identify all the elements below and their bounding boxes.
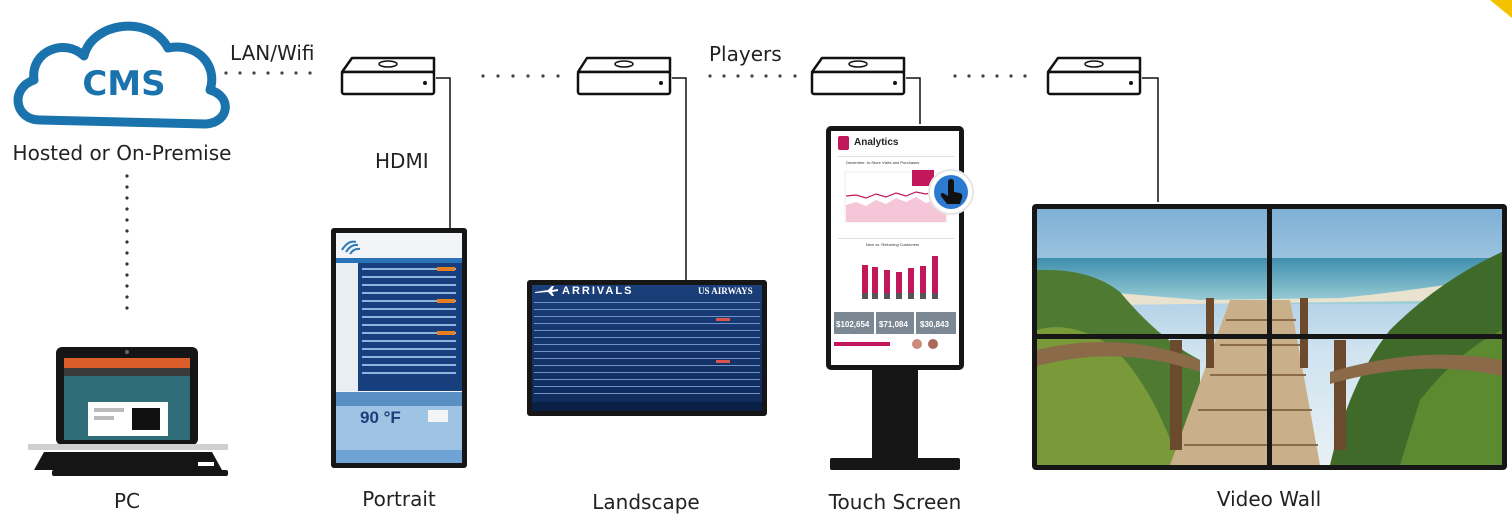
cms-pc-dots bbox=[125, 174, 129, 310]
cms-caption: Hosted or On-Premise bbox=[12, 141, 232, 165]
arrivals-title: ARRIVALS bbox=[562, 285, 634, 297]
airline-name: US AIRWAYS bbox=[698, 286, 753, 296]
landscape-caption: Landscape bbox=[592, 490, 700, 514]
touch-chart-title: December: In-Store Visits and Purchases bbox=[846, 160, 920, 165]
touch-kpi-3: $30,843 bbox=[920, 320, 949, 329]
touch-kpi-1: $102,654 bbox=[836, 320, 870, 329]
player-box-1 bbox=[340, 56, 436, 96]
video-wall-caption: Video Wall bbox=[1216, 487, 1322, 511]
corner-accent bbox=[1490, 0, 1512, 18]
portrait-display bbox=[331, 228, 467, 468]
touch-bar-title: New vs. Returning Customers bbox=[866, 242, 920, 247]
players-label: Players bbox=[709, 42, 782, 66]
player-box-3 bbox=[810, 56, 906, 96]
pc-caption: PC bbox=[113, 489, 141, 513]
portrait-weather-temp: 90 °F bbox=[360, 408, 401, 427]
video-wall bbox=[1032, 204, 1507, 470]
touch-kpi-2: $71,084 bbox=[879, 320, 908, 329]
player-box-2 bbox=[576, 56, 672, 96]
laptop-icon bbox=[28, 347, 228, 476]
portrait-caption: Portrait bbox=[362, 487, 436, 511]
hdmi-label: HDMI bbox=[375, 149, 429, 173]
landscape-display bbox=[527, 280, 767, 416]
player-box-4 bbox=[1046, 56, 1142, 96]
touch-app-title: Analytics bbox=[854, 137, 899, 148]
touch-screen-caption: Touch Screen bbox=[828, 490, 962, 514]
lan-wifi-label: LAN/Wifi bbox=[230, 41, 315, 65]
cms-logo-text: CMS bbox=[82, 64, 166, 104]
touch-hand-icon bbox=[928, 169, 974, 215]
signage-diagram bbox=[13, 0, 1512, 476]
